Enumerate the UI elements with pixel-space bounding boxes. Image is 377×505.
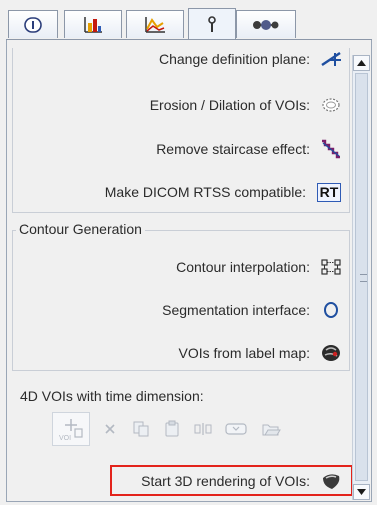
tool-icon [208,15,216,32]
arrow-down-icon [357,489,366,495]
erosion-dilation-row: Erosion / Dilation of VOIs: [150,92,342,118]
tab-strip [6,6,372,40]
change-definition-plane-label: Change definition plane: [158,51,310,67]
staircase-icon [322,139,340,159]
make-dicom-rtss-label: Make DICOM RTSS compatible: [104,184,306,200]
curve-chart-icon [145,16,165,33]
create-4d-voi-button[interactable]: VOI [52,412,90,446]
segmentation-interface-row: Segmentation interface: [162,297,342,323]
vois-from-label-map-label: VOIs from label map: [178,345,311,361]
erosion-dilation-button[interactable] [320,94,342,116]
delete-4d-voi-button[interactable] [99,418,121,440]
split-icon [194,423,212,435]
remove-staircase-label: Remove staircase effect: [156,141,310,157]
tab-settings[interactable] [236,10,296,38]
vertical-scrollbar[interactable] [352,55,370,500]
brain-label-map-icon [322,345,340,361]
split-4d-voi-button[interactable] [192,418,214,440]
folder-open-icon [262,424,281,436]
contour-interpolation-label: Contour interpolation: [176,259,310,275]
segmentation-interface-button[interactable] [320,299,342,321]
paste-icon [165,420,179,437]
erosion-dilation-label: Erosion / Dilation of VOIs: [149,97,310,113]
plane-axis-icon [321,51,341,67]
close-icon [105,424,115,434]
vois-from-label-map-row: VOIs from label map: [179,340,343,366]
contour-generation-title: Contour Generation [16,221,145,237]
change-definition-plane-row: Change definition plane: [159,48,342,72]
copy-icon [133,421,149,437]
scroll-thumb[interactable] [355,73,368,481]
scroll-thumb-grip [360,274,367,282]
voi-move-icon: VOI [59,419,83,442]
tab-statistics[interactable] [64,10,122,38]
segmentation-interface-label: Segmentation interface: [162,302,310,318]
tab-curves[interactable] [126,10,184,38]
make-dicom-rtss-button[interactable]: RT [316,181,342,203]
contour-interpolation-button[interactable] [320,256,342,278]
voi-tools-panel: Change definition plane: Erosion / Dilat… [0,0,377,505]
highlight-box [110,465,353,496]
four-d-toolbar: VOI [52,412,282,446]
change-definition-plane-button[interactable] [320,48,342,70]
timeline-icon [225,423,247,435]
remove-staircase-button[interactable] [320,138,342,160]
copy-4d-voi-button[interactable] [130,418,152,440]
vois-from-label-map-button[interactable] [320,342,342,364]
scroll-down-button[interactable] [353,484,370,500]
tab-tools[interactable] [188,8,236,40]
bar-chart-icon [84,16,102,33]
info-icon [24,16,42,33]
paste-4d-voi-button[interactable] [161,418,183,440]
molecule-icon [253,19,279,30]
arrow-up-icon [357,60,366,66]
dotted-blob-icon [322,98,340,112]
open-4d-voi-button[interactable] [260,418,282,440]
four-d-title: 4D VOIs with time dimension: [20,388,204,404]
svg-text:VOI: VOI [59,435,71,442]
contour-interpolation-row: Contour interpolation: [176,254,342,280]
scroll-up-button[interactable] [353,55,370,71]
rt-icon: RT [316,182,342,202]
make-dicom-rtss-row: Make DICOM RTSS compatible: RT [105,179,342,205]
contour-ring-icon [324,302,338,318]
remove-staircase-row: Remove staircase effect: [156,136,342,162]
time-range-4d-button[interactable] [223,418,251,440]
interpolation-grid-icon [321,259,341,275]
tab-info[interactable] [8,10,58,38]
